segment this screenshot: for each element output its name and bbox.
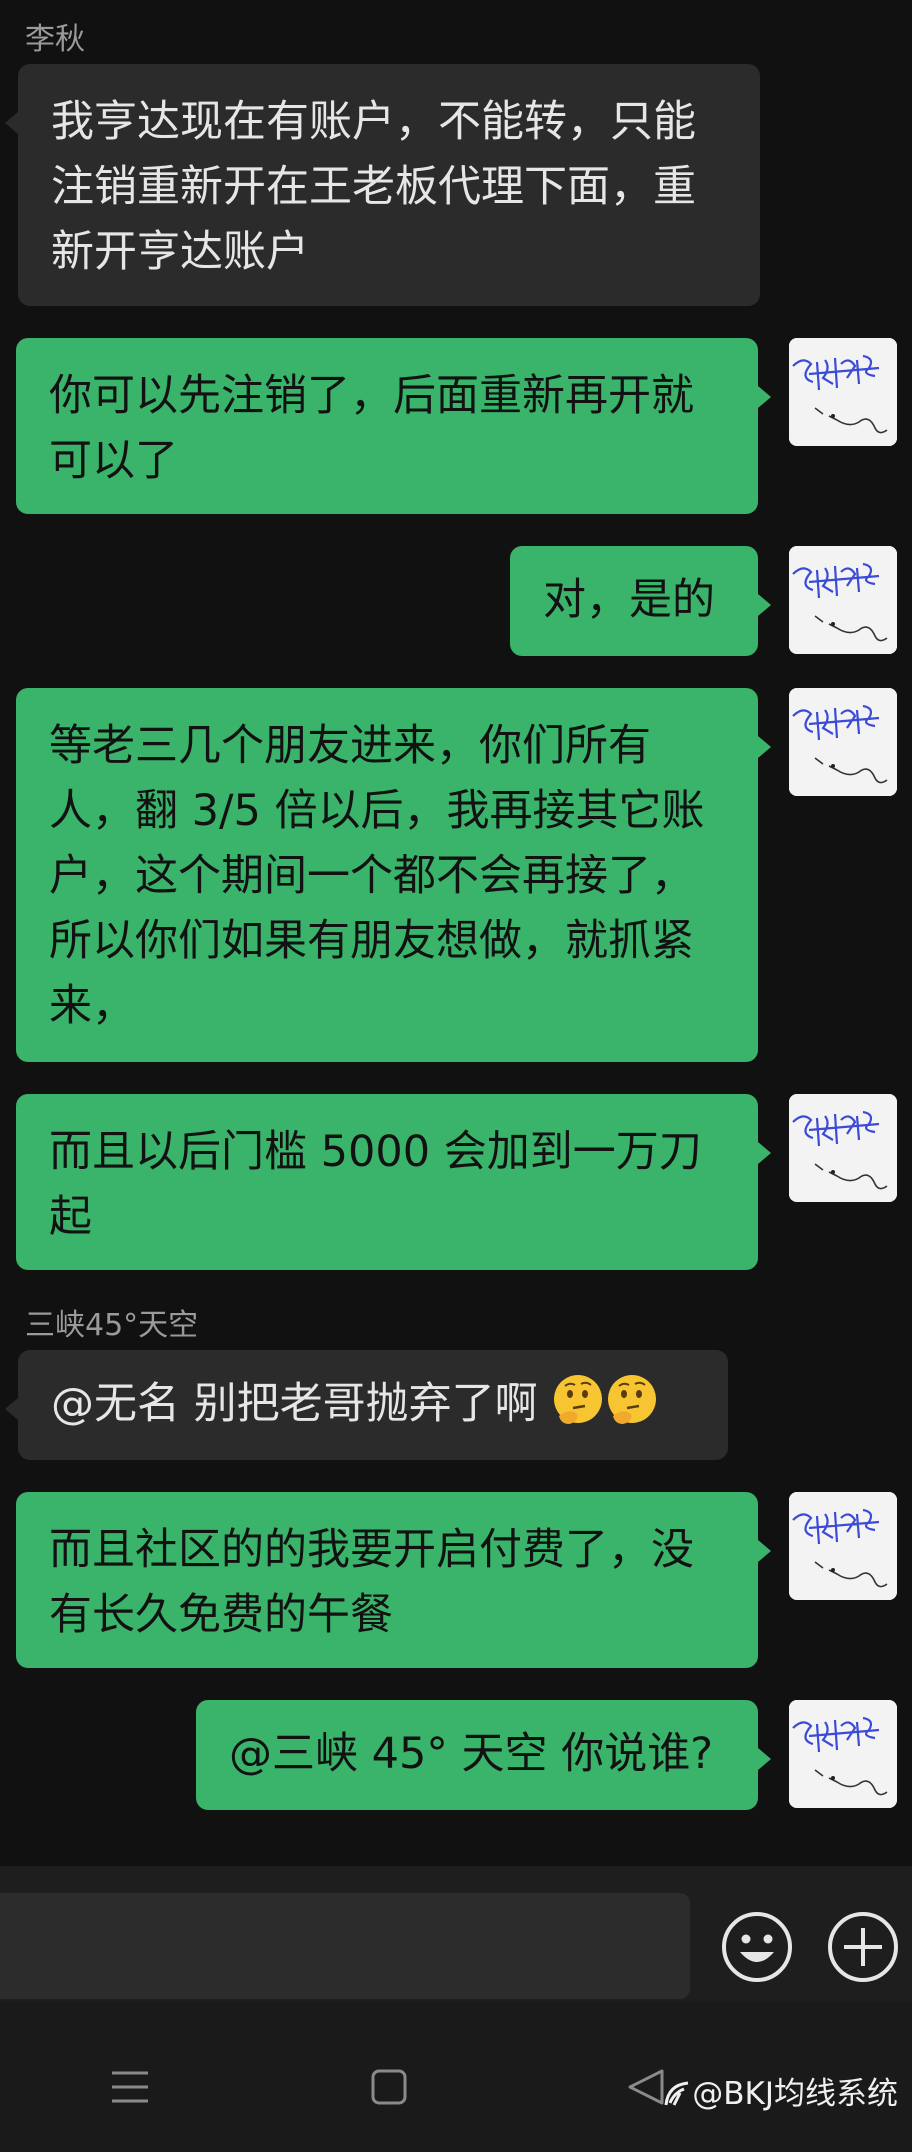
message-bubble-incoming[interactable]: @无名 别把老哥抛弃了啊 <box>5 1350 728 1460</box>
avatar[interactable] <box>789 338 897 446</box>
message-bubble-outgoing[interactable]: 对，是的 <box>510 546 771 656</box>
avatar[interactable] <box>789 1492 897 1600</box>
sender-name: 李秋 <box>25 22 85 57</box>
watermark-text: @BKJ均线系统 <box>692 2076 898 2112</box>
message-text: @三峡 45° 天空 你说谁? <box>229 1729 714 1779</box>
avatar[interactable] <box>789 688 897 796</box>
message-bubble-outgoing[interactable]: 而且以后门槛 5000 会加到一万刀起 <box>16 1094 771 1270</box>
message-bubble-outgoing[interactable]: @三峡 45° 天空 你说谁? <box>196 1700 771 1810</box>
avatar[interactable] <box>789 546 897 654</box>
menu-icon[interactable] <box>110 2068 150 2106</box>
thinking-emoji-icon <box>608 1375 657 1424</box>
message-text: 等老三几个朋友进来，你们所有人，翻 3/5 倍以后，我再接其它账户，这个期间一个… <box>49 721 705 1031</box>
message-text: @无名 别把老哥抛弃了啊 <box>51 1379 538 1429</box>
square-icon[interactable] <box>370 2068 408 2106</box>
message-bubble-incoming[interactable]: 我亨达现在有账户，不能转，只能注销重新开在王老板代理下面，重新开亨达账户 <box>5 64 760 306</box>
plus-circle-icon[interactable] <box>826 1910 900 1984</box>
message-text: 我亨达现在有账户，不能转，只能注销重新开在王老板代理下面，重新开亨达账户 <box>51 97 696 277</box>
avatar[interactable] <box>789 1700 897 1808</box>
message-bubble-outgoing[interactable]: 你可以先注销了，后面重新再开就可以了 <box>16 338 771 514</box>
watermark-logo-icon <box>664 2081 689 2106</box>
message-text: 而且以后门槛 5000 会加到一万刀起 <box>49 1127 702 1242</box>
thinking-emoji-icon <box>554 1375 603 1424</box>
avatar[interactable] <box>789 1094 897 1202</box>
sender-name: 三峡45°天空 <box>25 1308 199 1343</box>
message-input[interactable] <box>0 1893 690 1999</box>
watermark: @BKJ均线系统 <box>662 2074 898 2114</box>
back-triangle-icon[interactable] <box>626 2068 666 2106</box>
message-bubble-outgoing[interactable]: 等老三几个朋友进来，你们所有人，翻 3/5 倍以后，我再接其它账户，这个期间一个… <box>16 688 771 1062</box>
message-text: 而且社区的的我要开启付费了，没有长久免费的午餐 <box>49 1525 694 1640</box>
message-bubble-outgoing[interactable]: 而且社区的的我要开启付费了，没有长久免费的午餐 <box>16 1492 771 1668</box>
smiley-icon[interactable] <box>720 1910 794 1984</box>
message-text: 你可以先注销了，后面重新再开就可以了 <box>49 371 694 486</box>
message-text: 对，是的 <box>543 575 715 625</box>
